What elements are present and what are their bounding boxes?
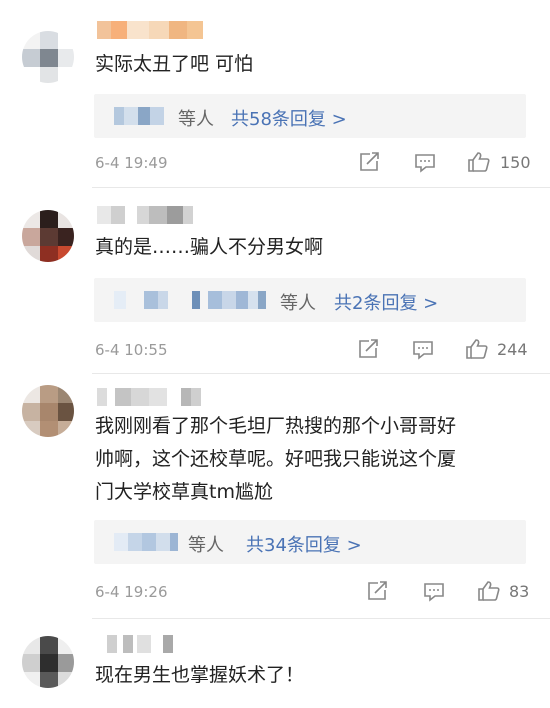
like-count: 83 (509, 582, 530, 601)
like-icon[interactable] (477, 579, 501, 603)
share-icon[interactable] (357, 338, 379, 360)
comment-icon[interactable] (414, 152, 436, 174)
reply-users-label: 等人 (178, 109, 214, 130)
comment-text: 真的是……骗人不分男女啊 (95, 236, 324, 258)
reply-count-link[interactable]: 共34条回复 > (246, 531, 362, 557)
reply-count-link[interactable]: 共58条回复 > (231, 105, 347, 131)
reply-box[interactable]: 等人 共58条回复 > (94, 94, 526, 138)
like-count: 150 (500, 153, 531, 172)
comment-icon[interactable] (412, 339, 434, 361)
like-icon[interactable] (467, 150, 491, 174)
timestamp: 6-4 19:49 (95, 154, 168, 172)
comment-text: 实际太丑了吧 可怕 (95, 53, 254, 75)
reply-box[interactable]: 等人 共2条回复 > (94, 278, 526, 322)
avatar[interactable] (22, 31, 74, 83)
avatar[interactable] (22, 385, 74, 437)
divider (92, 373, 550, 374)
comment-text-line-2: 帅啊，这个还校草呢。好吧我只能说这个厦 (95, 448, 457, 470)
share-icon[interactable] (358, 151, 380, 173)
reply-count-link[interactable]: 共2条回复 > (334, 289, 438, 315)
comment-text-line-1: 我刚刚看了那个毛坦厂热搜的那个小哥哥好 (95, 415, 457, 437)
reply-users-label: 等人 (188, 535, 224, 556)
avatar[interactable] (22, 636, 74, 688)
like-count: 244 (497, 340, 528, 359)
reply-users-label: 等人 (280, 293, 316, 314)
like-icon[interactable] (465, 337, 489, 361)
divider (92, 618, 550, 619)
divider (92, 187, 550, 188)
reply-box[interactable]: 等人 共34条回复 > (94, 520, 526, 564)
avatar[interactable] (22, 210, 74, 262)
timestamp: 6-4 19:26 (95, 583, 168, 601)
comment-text: 现在男生也掌握妖术了！ (95, 664, 305, 686)
comment-icon[interactable] (423, 581, 445, 603)
comment-text-line-3: 门大学校草真tm尴尬 (95, 481, 273, 503)
share-icon[interactable] (366, 580, 388, 602)
timestamp: 6-4 10:55 (95, 341, 168, 359)
